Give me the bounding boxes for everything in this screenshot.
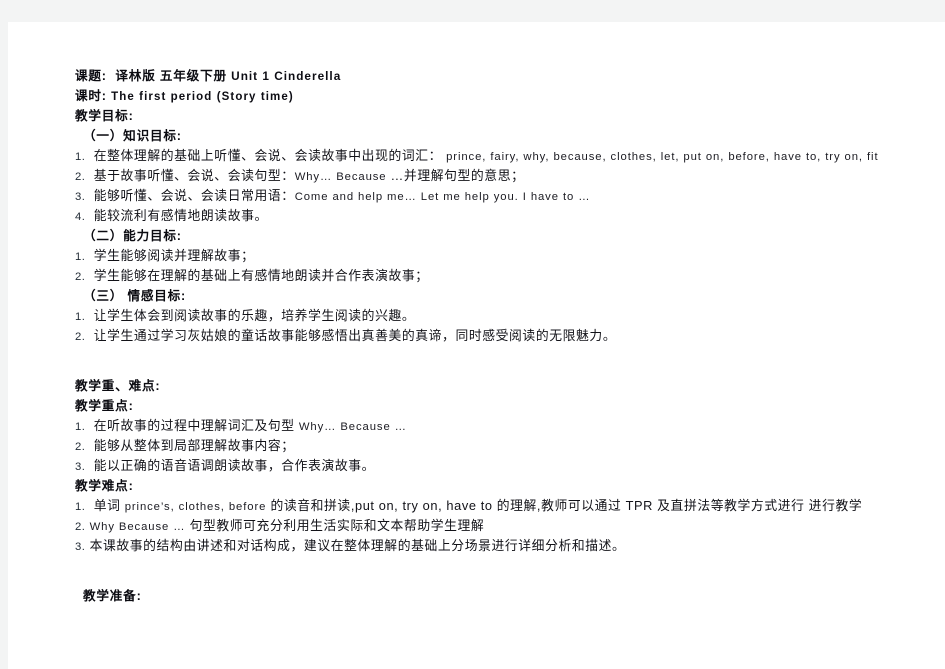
list-item: 3. 本课故事的结构由讲述和对话构成，建议在整体理解的基础上分场景进行详细分析和… xyxy=(75,538,626,553)
lesson-title-line: 课题: 译林版 五年级下册 Unit 1 Cinderella xyxy=(75,66,915,86)
subsection-heading-emotional-objectives: （三） 情感目标: xyxy=(83,289,187,303)
section-heading-teaching-preparation: 教学准备: xyxy=(83,589,142,603)
list-item: 1. 让学生体会到阅读故事的乐趣，培养学生阅读的兴趣。 xyxy=(75,308,416,323)
document-viewport: 课题: 译林版 五年级下册 Unit 1 Cinderella 课时: The … xyxy=(0,0,945,669)
list-item: 2. 学生能够在理解的基础上有感情地朗读并合作表演故事； xyxy=(75,268,429,283)
list-item: 3. 能以正确的语音语调朗读故事，合作表演故事。 xyxy=(75,458,376,473)
window-left-strip xyxy=(0,22,8,669)
lesson-period-value: The first period (Story time) xyxy=(111,91,294,103)
list-item: 1. 在整体理解的基础上听懂、会说、会读故事中出现的词汇： prince, fa… xyxy=(75,148,879,163)
list-item: 1. 在听故事的过程中理解词汇及句型 Why… Because … xyxy=(75,418,407,433)
lesson-period-line: 课时: The first period (Story time) xyxy=(75,86,915,106)
list-item: 2. 基于故事听懂、会说、会读句型：Why… Because …并理解句型的意思… xyxy=(75,168,525,183)
section-heading-teaching-objectives: 教学目标: xyxy=(75,109,134,123)
list-item: 3. 能够听懂、会说、会读日常用语：Come and help me… Let … xyxy=(75,188,591,203)
lesson-period-label: 课时: xyxy=(75,89,107,103)
section-heading-key-difficult-points: 教学重、难点: xyxy=(75,379,161,393)
lesson-title-value: 译林版 五年级下册 xyxy=(115,69,227,83)
lesson-title-label: 课题: xyxy=(75,69,107,83)
list-item: 4. 能较流利有感情地朗读故事。 xyxy=(75,208,268,223)
subsection-heading-key-points: 教学重点: xyxy=(75,399,134,413)
document-page: 课题: 译林版 五年级下册 Unit 1 Cinderella 课时: The … xyxy=(8,22,945,669)
subsection-heading-ability-objectives: （二）能力目标: xyxy=(83,229,182,243)
subsection-heading-knowledge-objectives: （一）知识目标: xyxy=(83,129,182,143)
list-item: 1. 单词 prince’s, clothes, before 的读音和拼读,p… xyxy=(75,498,863,513)
subsection-heading-difficult-points: 教学难点: xyxy=(75,479,134,493)
list-item: 1. 学生能够阅读并理解故事； xyxy=(75,248,255,263)
list-item: 2. Why Because … 句型教师可充分利用生活实际和文本帮助学生理解 xyxy=(75,518,485,533)
list-item: 2. 让学生通过学习灰姑娘的童话故事能够感悟出真善美的真谛，同时感受阅读的无限魅… xyxy=(75,328,617,343)
lesson-title-unit: Unit 1 Cinderella xyxy=(231,69,342,83)
document-body: 课题: 译林版 五年级下册 Unit 1 Cinderella 课时: The … xyxy=(75,66,915,606)
list-item: 2. 能够从整体到局部理解故事内容； xyxy=(75,438,295,453)
window-top-strip xyxy=(0,0,945,22)
